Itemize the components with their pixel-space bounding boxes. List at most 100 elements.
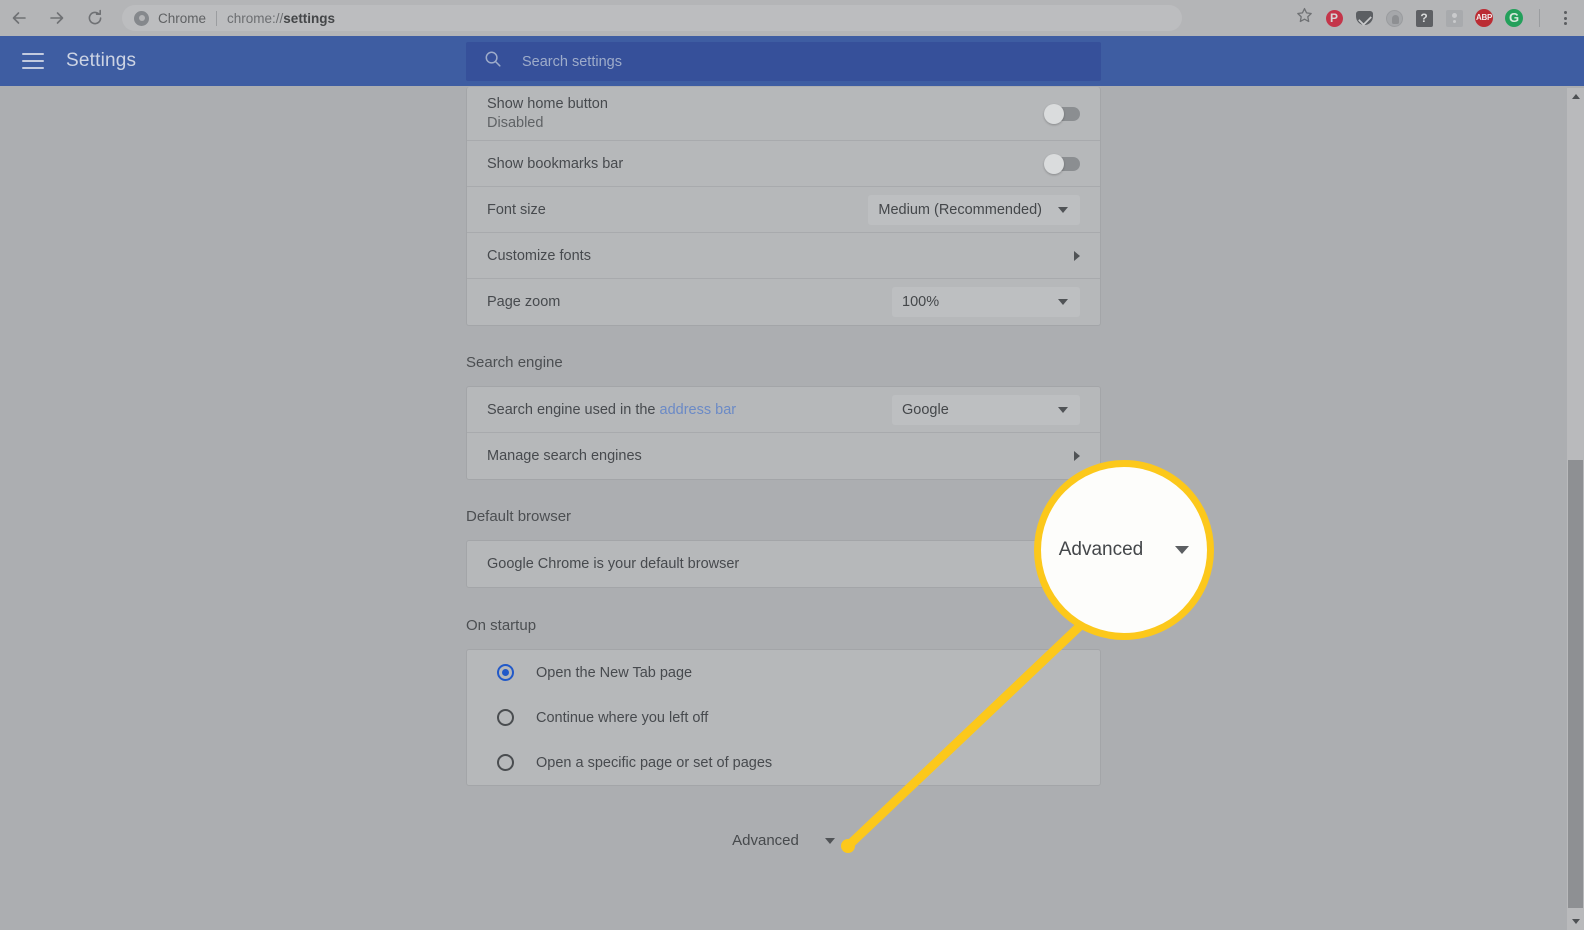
extension-person-button[interactable] (1439, 3, 1469, 33)
page-title: Settings (66, 50, 137, 71)
extension-lastpass-button[interactable] (1379, 3, 1409, 33)
page-scrollbar[interactable] (1567, 88, 1584, 930)
default-browser-card: Google Chrome is your default browser (466, 540, 1101, 588)
omnibox-url-path: settings (283, 10, 336, 26)
row-label: Font size (487, 201, 546, 218)
row-search-engine-used[interactable]: Search engine used in the address bar Go… (467, 387, 1100, 433)
three-dot-menu-icon-dot (1563, 22, 1567, 25)
omnibox-url-prefix: chrome:// (227, 10, 284, 26)
chevron-down-icon (1058, 299, 1068, 305)
row-customize-fonts[interactable]: Customize fonts (467, 233, 1100, 279)
search-settings-input[interactable]: Search settings (466, 42, 1101, 81)
on-startup-card: Open the New Tab page Continue where you… (466, 649, 1101, 786)
toolbar-divider (1539, 9, 1540, 27)
extension-pinterest-button[interactable]: P (1319, 3, 1349, 33)
row-font-size[interactable]: Font size Medium (Recommended) (467, 187, 1100, 233)
three-dot-menu-icon-dot (1563, 16, 1567, 20)
row-show-home-button-text: Show home button Disabled (487, 96, 1046, 131)
pocket-extension-icon (1355, 11, 1373, 25)
forward-arrow-icon (48, 9, 66, 27)
chevron-down-icon (1058, 406, 1068, 413)
startup-option-label: Open a specific page or set of pages (536, 754, 773, 771)
hamburger-menu-icon[interactable] (22, 53, 44, 69)
startup-option-specific-page[interactable]: Open a specific page or set of pages (467, 740, 1100, 785)
page-zoom-value: 100% (902, 294, 940, 310)
scroll-up-arrow-icon[interactable] (1567, 88, 1584, 105)
show-bookmarks-bar-toggle[interactable] (1044, 153, 1080, 174)
chevron-down-icon (1175, 546, 1190, 554)
adblock-plus-extension-icon: ABP (1475, 9, 1493, 27)
search-engine-value: Google (902, 401, 949, 418)
address-bar-link[interactable]: address bar (660, 402, 737, 418)
row-default-browser-status: Google Chrome is your default browser (467, 541, 1100, 587)
screen: Chrome chrome://settings P ? ABP G Setti… (0, 0, 1584, 930)
back-button[interactable] (0, 0, 38, 36)
help-extension-icon: ? (1415, 9, 1433, 27)
back-arrow-icon (10, 9, 28, 27)
chevron-down-icon (1058, 206, 1068, 213)
row-sublabel: Disabled (487, 115, 544, 131)
radio-icon[interactable] (497, 754, 514, 771)
pinterest-extension-icon: P (1325, 9, 1343, 27)
advanced-label: Advanced (732, 832, 799, 849)
search-engine-card: Search engine used in the address bar Go… (466, 386, 1101, 480)
row-show-bookmarks-bar[interactable]: Show bookmarks bar (467, 141, 1100, 187)
advanced-expander-button[interactable]: Advanced (466, 832, 1101, 849)
search-icon (484, 50, 502, 73)
section-title-on-startup: On startup (466, 617, 537, 634)
row-label: Manage search engines (487, 448, 642, 464)
address-bar[interactable]: Chrome chrome://settings (122, 5, 1182, 31)
reload-button[interactable] (76, 0, 114, 36)
row-page-zoom[interactable]: Page zoom 100% (467, 279, 1100, 325)
scrollbar-thumb[interactable] (1568, 460, 1583, 908)
toggle-knob (1044, 103, 1064, 124)
toolbar-right-cluster: P ? ABP G (1289, 3, 1584, 33)
hamburger-line (22, 67, 44, 69)
row-label-prefix: Search engine used in the (487, 401, 660, 418)
reload-icon (86, 9, 104, 27)
browser-toolbar: Chrome chrome://settings P ? ABP G (0, 0, 1584, 36)
font-size-select[interactable]: Medium (Recommended) (868, 194, 1080, 225)
chrome-menu-button[interactable] (1550, 3, 1580, 33)
scroll-down-arrow-glyph (1571, 919, 1580, 924)
row-label: Show home button (487, 96, 608, 112)
radio-icon-selected[interactable] (497, 664, 514, 681)
startup-option-continue[interactable]: Continue where you left off (467, 695, 1100, 740)
bookmark-star-button[interactable] (1289, 3, 1319, 33)
extension-adblock-button[interactable]: ABP (1469, 3, 1499, 33)
omnibox-url: chrome://settings (227, 11, 335, 26)
scroll-down-arrow-icon[interactable] (1567, 913, 1584, 930)
settings-content: Show home button Disabled Show bookmarks… (0, 87, 1584, 930)
row-label: Show bookmarks bar (487, 155, 624, 172)
startup-option-label: Open the New Tab page (536, 664, 693, 681)
startup-option-label: Continue where you left off (536, 709, 709, 726)
startup-option-new-tab[interactable]: Open the New Tab page (467, 650, 1100, 695)
scroll-up-arrow-glyph (1571, 94, 1580, 99)
show-home-button-toggle[interactable] (1044, 103, 1080, 124)
chevron-right-icon (1074, 250, 1080, 261)
row-manage-search-engines[interactable]: Manage search engines (467, 433, 1100, 479)
row-show-home-button[interactable]: Show home button Disabled (467, 87, 1100, 141)
row-label: Search engine used in the address bar (487, 402, 892, 418)
extension-help-button[interactable]: ? (1409, 3, 1439, 33)
chevron-down-icon (824, 837, 835, 844)
star-icon (1296, 7, 1313, 29)
person-extension-icon (1445, 9, 1463, 27)
extension-grammarly-button[interactable]: G (1499, 3, 1529, 33)
forward-button[interactable] (38, 0, 76, 36)
lastpass-extension-icon (1385, 9, 1403, 27)
magnified-advanced-label: Advanced (1058, 539, 1144, 560)
omnibox-separator (216, 10, 218, 26)
chrome-logo-icon (134, 10, 149, 26)
appearance-card: Show home button Disabled Show bookmarks… (466, 87, 1101, 326)
hamburger-line (22, 60, 44, 62)
section-title-default-browser: Default browser (466, 508, 572, 525)
chevron-right-icon (1074, 451, 1080, 461)
hamburger-line (22, 53, 44, 55)
radio-icon[interactable] (497, 709, 514, 726)
search-settings-placeholder: Search settings (522, 53, 622, 70)
extension-pocket-button[interactable] (1349, 3, 1379, 33)
default-browser-status: Google Chrome is your default browser (487, 556, 740, 572)
search-engine-select[interactable]: Google (892, 394, 1080, 425)
page-zoom-select[interactable]: 100% (892, 287, 1080, 317)
